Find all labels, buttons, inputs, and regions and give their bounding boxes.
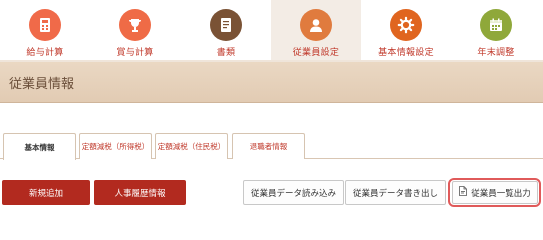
tab-retired-info[interactable]: 退職者情報 [232, 133, 305, 159]
nav-label-payroll: 給与計算 [26, 48, 64, 58]
nav-item-employee-settings[interactable]: 従業員設定 [271, 0, 361, 62]
export-list-button[interactable]: 従業員一覧出力 [452, 181, 538, 204]
tab-fixed-tax-income[interactable]: 定額減税（所得税） [79, 133, 152, 159]
pdf-file-icon [459, 186, 468, 199]
top-navigation: 給与計算 賞与計算 書類 従業員設定 基本情報設定 年末調整 [0, 0, 543, 62]
calendar-icon [480, 9, 512, 41]
page-title: 従業員情報 [9, 77, 75, 92]
nav-item-year-end[interactable]: 年末調整 [451, 0, 541, 62]
nav-label-year-end: 年末調整 [477, 48, 515, 58]
nav-item-documents[interactable]: 書類 [181, 0, 271, 62]
nav-label-basic-info: 基本情報設定 [378, 48, 434, 58]
calculator-icon [29, 9, 61, 41]
nav-label-employee-settings: 従業員設定 [292, 48, 340, 58]
import-data-button[interactable]: 従業員データ読み込み [243, 180, 344, 205]
nav-item-basic-info[interactable]: 基本情報設定 [361, 0, 451, 62]
nav-label-bonus: 賞与計算 [116, 48, 154, 58]
export-list-label: 従業員一覧出力 [471, 188, 531, 199]
gear-icon [390, 9, 422, 41]
user-icon [300, 9, 332, 41]
add-new-button[interactable]: 新規追加 [2, 180, 90, 205]
tab-basic-info[interactable]: 基本情報 [3, 133, 76, 160]
section-header: 従業員情報 [0, 62, 543, 103]
nav-item-payroll[interactable]: 給与計算 [0, 0, 90, 62]
hr-history-button[interactable]: 人事履歴情報 [94, 180, 186, 205]
nav-label-documents: 書類 [216, 48, 236, 58]
trophy-icon [119, 9, 151, 41]
nav-item-bonus[interactable]: 賞与計算 [90, 0, 180, 62]
tab-fixed-tax-resident[interactable]: 定額減税（住民税） [155, 133, 228, 159]
export-data-button[interactable]: 従業員データ書き出し [345, 180, 446, 205]
document-icon [210, 9, 242, 41]
